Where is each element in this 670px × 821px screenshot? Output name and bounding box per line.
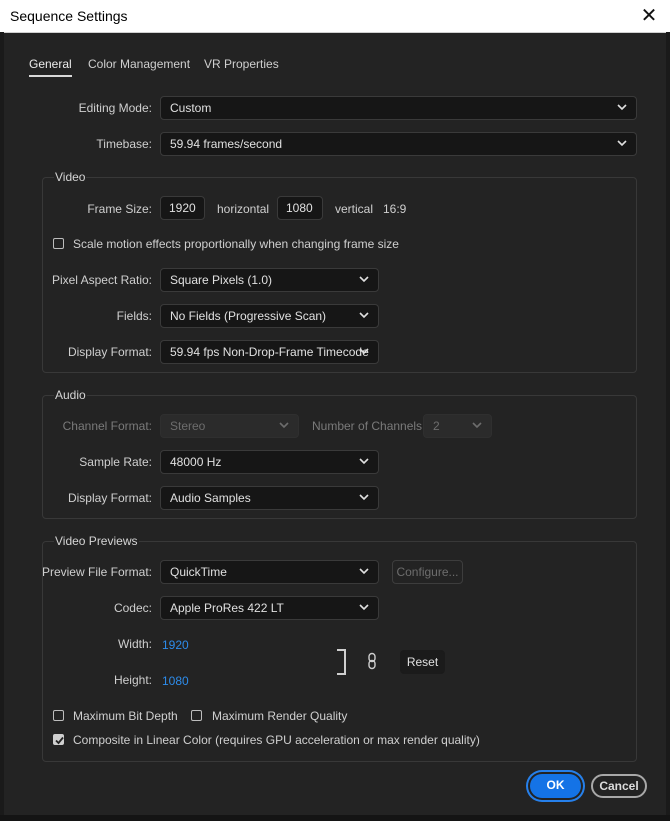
preview-width-label: Width: xyxy=(117,637,152,651)
reset-button[interactable]: Reset xyxy=(400,650,445,674)
codec-dropdown[interactable]: Apple ProRes 422 LT xyxy=(160,596,379,620)
video-group-title: Video xyxy=(54,170,87,184)
link-bracket xyxy=(337,649,346,675)
channel-format-dropdown[interactable]: Stereo xyxy=(160,414,299,438)
chevron-down-icon xyxy=(471,419,483,431)
chevron-down-icon xyxy=(616,101,628,113)
chevron-down-icon xyxy=(358,345,370,357)
preview-height-value[interactable]: 1080 xyxy=(162,674,189,688)
video-display-format-value: 59.94 fps Non-Drop-Frame Timecode xyxy=(170,345,369,359)
editing-mode-dropdown[interactable]: Custom xyxy=(160,96,637,120)
chevron-down-icon xyxy=(358,455,370,467)
chain-link-icon[interactable] xyxy=(366,652,378,670)
frame-height-input[interactable]: 1080 xyxy=(277,196,323,220)
max-render-quality-checkbox[interactable] xyxy=(191,710,202,721)
audio-display-format-value: Audio Samples xyxy=(170,491,251,505)
editing-mode-label: Editing Mode: xyxy=(78,101,152,115)
window-edge-right xyxy=(666,32,670,821)
video-display-format-dropdown[interactable]: 59.94 fps Non-Drop-Frame Timecode xyxy=(160,340,379,364)
preview-file-format-dropdown[interactable]: QuickTime xyxy=(160,560,379,584)
max-bit-depth-label: Maximum Bit Depth xyxy=(73,709,178,723)
timebase-label: Timebase: xyxy=(96,137,152,151)
scale-motion-label: Scale motion effects proportionally when… xyxy=(73,237,399,251)
pixel-aspect-label: Pixel Aspect Ratio: xyxy=(51,273,152,287)
title-bar: Sequence Settings ✕ xyxy=(0,0,670,33)
fields-label: Fields: xyxy=(116,309,152,323)
max-render-quality-label: Maximum Render Quality xyxy=(212,709,348,723)
pixel-aspect-dropdown[interactable]: Square Pixels (1.0) xyxy=(160,268,379,292)
window-bottom-edge xyxy=(0,815,670,821)
editing-mode-value: Custom xyxy=(170,101,212,115)
linear-color-checkbox[interactable] xyxy=(53,734,64,745)
chevron-down-icon xyxy=(358,309,370,321)
pixel-aspect-value: Square Pixels (1.0) xyxy=(170,273,273,287)
preview-file-format-label: Preview File Format: xyxy=(41,565,152,579)
video-display-format-label: Display Format: xyxy=(67,345,152,359)
channel-format-label: Channel Format: xyxy=(62,419,152,433)
num-channels-value: 2 xyxy=(433,419,440,433)
aspect-ratio-label: 16:9 xyxy=(383,202,407,216)
timebase-dropdown[interactable]: 59.94 frames/second xyxy=(160,132,637,156)
close-icon[interactable]: ✕ xyxy=(636,3,662,29)
chevron-down-icon xyxy=(358,273,370,285)
frame-size-label: Frame Size: xyxy=(87,202,152,216)
tab-color-management[interactable]: Color Management xyxy=(88,57,190,71)
sample-rate-dropdown[interactable]: 48000 Hz xyxy=(160,450,379,474)
fields-value: No Fields (Progressive Scan) xyxy=(170,309,327,323)
num-channels-label: Number of Channels: xyxy=(312,419,426,433)
chevron-down-icon xyxy=(358,601,370,613)
chevron-down-icon xyxy=(278,419,290,431)
audio-group-title: Audio xyxy=(54,388,87,402)
fields-dropdown[interactable]: No Fields (Progressive Scan) xyxy=(160,304,379,328)
preview-width-value[interactable]: 1920 xyxy=(162,638,189,652)
channel-format-value: Stereo xyxy=(170,419,206,433)
chevron-down-icon xyxy=(616,137,628,149)
scale-motion-checkbox[interactable] xyxy=(53,238,64,249)
preview-file-format-value: QuickTime xyxy=(170,565,227,579)
preview-height-label: Height: xyxy=(113,673,152,687)
audio-display-format-dropdown[interactable]: Audio Samples xyxy=(160,486,379,510)
window-title: Sequence Settings xyxy=(10,8,128,24)
window-edge-left xyxy=(0,32,4,821)
chevron-down-icon xyxy=(358,565,370,577)
tab-general[interactable]: General xyxy=(29,57,72,77)
configure-button[interactable]: Configure... xyxy=(392,560,463,584)
audio-display-format-label: Display Format: xyxy=(67,491,152,505)
timebase-value: 59.94 frames/second xyxy=(170,137,283,151)
tab-vr-properties[interactable]: VR Properties xyxy=(204,57,279,71)
frame-width-input[interactable]: 1920 xyxy=(160,196,205,220)
num-channels-dropdown[interactable]: 2 xyxy=(423,414,492,438)
sample-rate-value: 48000 Hz xyxy=(170,455,222,469)
linear-color-label: Composite in Linear Color (requires GPU … xyxy=(73,733,480,747)
max-bit-depth-checkbox[interactable] xyxy=(53,710,64,721)
vertical-label: vertical xyxy=(335,202,374,216)
checkmark-icon xyxy=(55,736,64,745)
ok-button[interactable]: OK xyxy=(530,774,581,798)
cancel-button[interactable]: Cancel xyxy=(591,774,647,798)
chevron-down-icon xyxy=(358,491,370,503)
codec-value: Apple ProRes 422 LT xyxy=(170,601,284,615)
horizontal-label: horizontal xyxy=(217,202,270,216)
sample-rate-label: Sample Rate: xyxy=(79,455,152,469)
codec-label: Codec: xyxy=(113,601,152,615)
video-previews-group-title: Video Previews xyxy=(54,534,139,548)
